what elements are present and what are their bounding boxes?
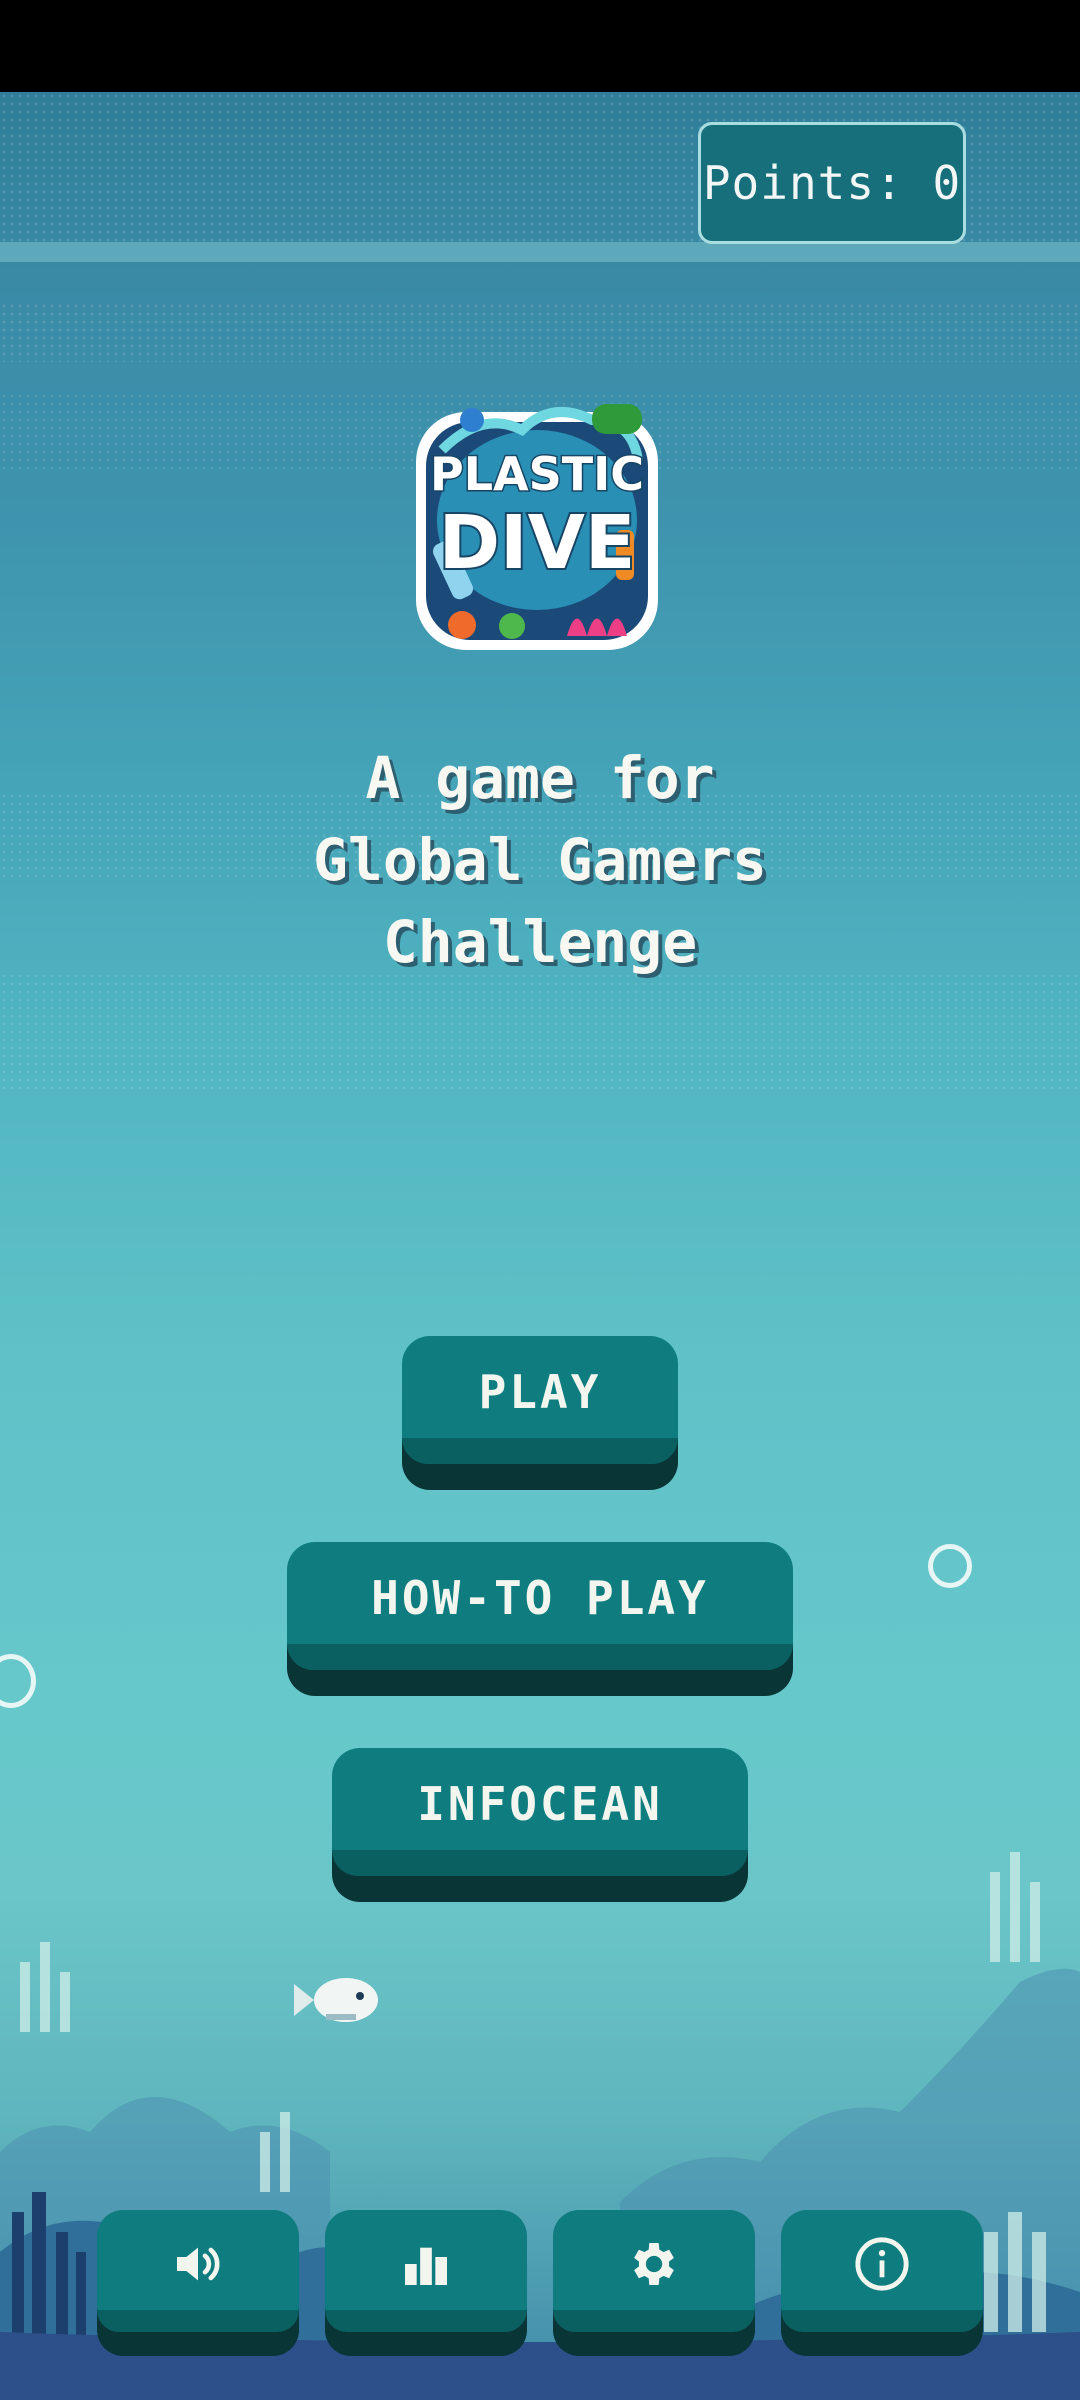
water-texture: [0, 302, 1080, 362]
settings-button[interactable]: [553, 2210, 755, 2332]
info-button[interactable]: [781, 2210, 983, 2332]
play-button[interactable]: PLAY: [402, 1336, 678, 1464]
bar-chart-icon: [405, 2247, 447, 2285]
how-to-play-button[interactable]: HOW-TO PLAY: [287, 1542, 793, 1670]
play-button-label: PLAY: [478, 1365, 602, 1419]
bubble: [928, 1544, 972, 1588]
tagline-line1: A game for: [365, 744, 715, 812]
logo-line1: PLASTIC: [430, 447, 644, 501]
bubble: [0, 1654, 36, 1708]
tagline: A game for Global Gamers Challenge: [180, 737, 900, 983]
how-to-play-button-label: HOW-TO PLAY: [371, 1571, 709, 1625]
infocean-button-label: INFOCEAN: [417, 1777, 663, 1831]
speaker-icon: [177, 2247, 220, 2281]
plastic-dive-logo: PLASTIC DIVE: [416, 404, 658, 650]
tagline-line3: Challenge: [382, 908, 698, 976]
logo-line2: DIVE: [439, 500, 636, 586]
water-surface-line: [0, 242, 1080, 262]
status-bar: [0, 0, 1080, 92]
points-label: Points:: [702, 156, 904, 210]
info-icon: [855, 2237, 909, 2291]
tagline-line2: Global Gamers: [313, 826, 767, 894]
points-display: Points: 0: [698, 122, 966, 244]
water-texture: [0, 972, 1080, 1092]
gear-icon: [634, 2243, 674, 2285]
points-value: 0: [932, 156, 962, 210]
leaderboard-button[interactable]: [325, 2210, 527, 2332]
sound-button[interactable]: [97, 2210, 299, 2332]
game-scene: Points: 0 PLASTIC DIVE A game for Global…: [0, 92, 1080, 2400]
fish-sprite: [294, 1978, 378, 2022]
